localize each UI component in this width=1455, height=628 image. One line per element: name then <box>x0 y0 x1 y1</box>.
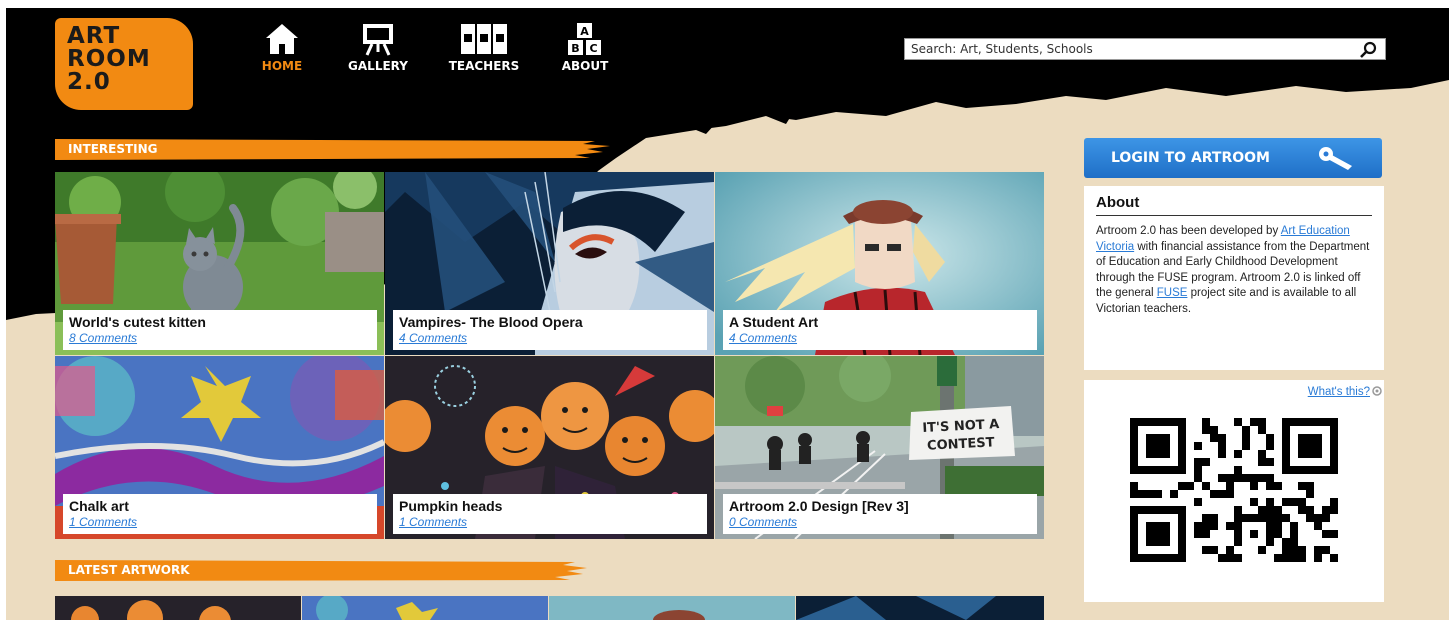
student-art-thumb <box>653 610 705 620</box>
nav-about-label: ABOUT <box>561 59 609 73</box>
section-title-interesting: INTERESTING <box>68 142 158 156</box>
whats-this-link[interactable]: What's this? <box>1308 386 1370 398</box>
search-input[interactable] <box>905 39 1351 59</box>
item-comments-link[interactable]: 4 Comments <box>729 330 1037 346</box>
logo-line-2: ROOM <box>67 46 151 72</box>
login-button[interactable]: LOGIN TO ARTROOM <box>1084 138 1382 178</box>
about-text-part1: Artroom 2.0 has been developed by <box>1096 225 1281 237</box>
item-title[interactable]: Vampires- The Blood Opera <box>399 314 707 330</box>
item-comments-link[interactable]: 8 Comments <box>69 330 377 346</box>
about-text: Artroom 2.0 has been developed by Art Ed… <box>1096 224 1372 317</box>
nav-teachers-label: TEACHERS <box>448 59 520 73</box>
interesting-item-student-art[interactable]: A Student Art 4 Comments <box>715 172 1044 355</box>
about-panel: About Artroom 2.0 has been developed by … <box>1084 186 1384 370</box>
item-caption: Pumpkin heads 1 Comments <box>393 494 707 534</box>
item-caption: Vampires- The Blood Opera 4 Comments <box>393 310 707 350</box>
abc-blocks-icon: A B C <box>568 23 601 55</box>
qr-code-panel: What's this? <box>1084 380 1384 602</box>
nav-home[interactable]: HOME <box>252 22 312 73</box>
logo-line-1: ART <box>67 23 121 49</box>
search-box <box>904 38 1386 60</box>
easel-icon <box>363 24 393 56</box>
interesting-item-chalk-art[interactable]: Chalk art 1 Comments <box>55 356 384 539</box>
qr-code-image <box>1130 418 1338 562</box>
latest-artwork-thumb-1[interactable] <box>55 596 301 620</box>
logo-line-3: 2.0 <box>67 69 111 95</box>
search-icon[interactable] <box>1359 41 1377 59</box>
gear-icon[interactable] <box>1372 386 1382 396</box>
interesting-item-vampires[interactable]: Vampires- The Blood Opera 4 Comments <box>385 172 714 355</box>
login-button-label: LOGIN TO ARTROOM <box>1111 150 1270 166</box>
pumpkin-thumb <box>71 600 231 620</box>
latest-artwork-thumb-3[interactable] <box>549 596 795 620</box>
item-caption: World's cutest kitten 8 Comments <box>63 310 377 350</box>
svg-text:C: C <box>589 42 597 55</box>
about-title: About <box>1096 194 1372 216</box>
item-title[interactable]: Chalk art <box>69 498 377 514</box>
interesting-item-design[interactable]: IT'S NOT A CONTEST Artroom 2.0 Design [R… <box>715 356 1044 539</box>
item-title[interactable]: A Student Art <box>729 314 1037 330</box>
svg-text:A: A <box>580 25 589 38</box>
books-icon <box>461 24 507 54</box>
svg-text:B: B <box>571 42 579 55</box>
item-caption: Artroom 2.0 Design [Rev 3] 0 Comments <box>723 494 1037 534</box>
nav-gallery[interactable]: GALLERY <box>336 22 420 73</box>
page: ART ROOM 2.0 HOME GALLERY TEACHERS A B C… <box>6 8 1449 620</box>
section-title-latest: LATEST ARTWORK <box>68 563 190 577</box>
item-title[interactable]: Pumpkin heads <box>399 498 707 514</box>
interesting-item-kitten[interactable]: World's cutest kitten 8 Comments <box>55 172 384 355</box>
item-caption: Chalk art 1 Comments <box>63 494 377 534</box>
item-comments-link[interactable]: 0 Comments <box>729 514 1037 530</box>
key-icon <box>1319 147 1352 170</box>
item-title[interactable]: World's cutest kitten <box>69 314 377 330</box>
nav-about[interactable]: A B C ABOUT <box>552 22 618 73</box>
latest-artwork-thumb-4[interactable] <box>796 596 1044 620</box>
item-comments-link[interactable]: 1 Comments <box>69 514 377 530</box>
latest-artwork-thumb-2[interactable] <box>302 596 548 620</box>
nav-gallery-label: GALLERY <box>348 59 408 73</box>
item-caption: A Student Art 4 Comments <box>723 310 1037 350</box>
home-icon <box>266 24 298 54</box>
item-comments-link[interactable]: 1 Comments <box>399 514 707 530</box>
item-comments-link[interactable]: 4 Comments <box>399 330 707 346</box>
item-title[interactable]: Artroom 2.0 Design [Rev 3] <box>729 498 1037 514</box>
interesting-item-pumpkin-heads[interactable]: Pumpkin heads 1 Comments <box>385 356 714 539</box>
section-bar-interesting: INTERESTING <box>55 138 615 160</box>
chalk-thumb <box>316 596 438 620</box>
fuse-link[interactable]: FUSE <box>1157 287 1188 299</box>
section-bar-latest: LATEST ARTWORK <box>55 559 590 581</box>
vampire-thumb <box>796 596 996 620</box>
nav-teachers[interactable]: TEACHERS <box>436 22 532 73</box>
artroom-logo[interactable]: ART ROOM 2.0 <box>55 18 193 110</box>
nav-home-label: HOME <box>261 59 303 73</box>
